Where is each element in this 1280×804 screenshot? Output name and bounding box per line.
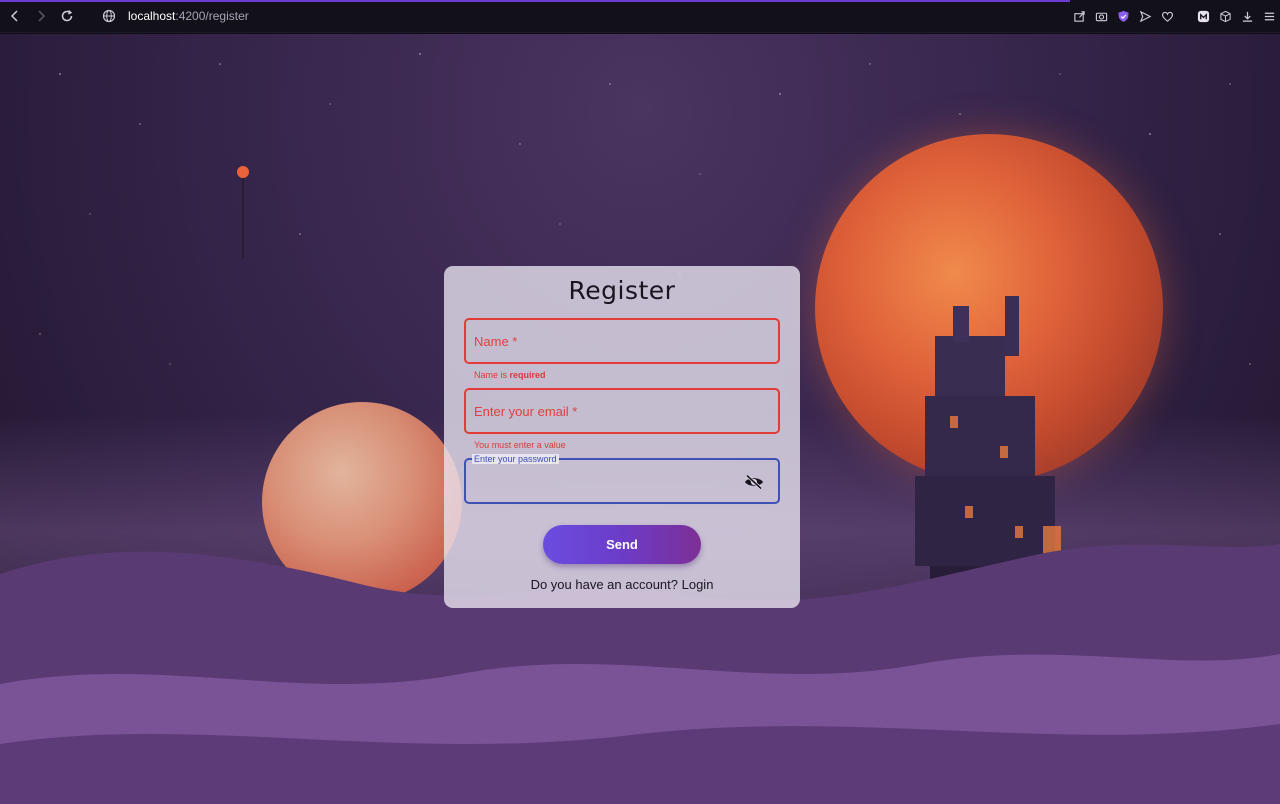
share-button[interactable] [1068,6,1090,28]
screenshot-button[interactable] [1090,6,1112,28]
browser-toolbar: localhost:4200/register [0,0,1280,33]
camera-icon [1095,12,1107,22]
globe-icon [102,9,116,23]
send-button-browser[interactable] [1134,6,1156,28]
favorite-button[interactable] [1156,6,1178,28]
shield-icon [1117,10,1129,23]
tab-accent-line [0,0,1070,2]
send-button[interactable]: Send [543,525,701,564]
lamp-post [237,166,249,258]
vpn-shield-button[interactable] [1112,6,1134,28]
password-label: Enter your password [472,454,559,464]
download-icon [1242,11,1252,22]
cube-icon [1219,10,1231,23]
eye-off-icon[interactable] [744,474,764,490]
send-icon [1139,10,1151,23]
register-card: Register Name * Name is required Enter y… [444,266,800,608]
heart-icon [1161,11,1173,22]
email-field[interactable]: Enter your email * [464,388,780,434]
extension-icon [1197,10,1209,23]
back-button[interactable] [2,3,28,29]
menu-icon [1264,12,1274,21]
name-field[interactable]: Name * [464,318,780,364]
forward-button[interactable] [28,3,54,29]
reload-button[interactable] [54,3,80,29]
reload-icon [61,9,73,22]
name-placeholder: Name * [474,334,518,349]
login-link[interactable]: Do you have an account? Login [444,577,800,592]
email-error: You must enter a value [474,440,566,450]
download-button[interactable] [1236,6,1258,28]
extension-button[interactable] [1192,6,1214,28]
password-field[interactable]: Enter your password [464,454,780,504]
hills-front [0,654,1280,804]
forward-icon [38,10,46,22]
share-icon [1073,11,1085,22]
address-bar[interactable]: localhost:4200/register [102,9,249,23]
cube-button[interactable] [1214,6,1236,28]
url-host: localhost [128,9,176,23]
name-error: Name is required [474,370,546,380]
name-error-prefix: Name is [474,370,510,380]
menu-button[interactable] [1258,6,1280,28]
url-path: :4200/register [175,9,249,23]
toolbar-actions [1068,0,1280,33]
name-error-strong: required [509,370,546,380]
email-placeholder: Enter your email * [474,404,578,419]
page-title: Register [568,276,676,305]
back-icon [10,10,18,22]
